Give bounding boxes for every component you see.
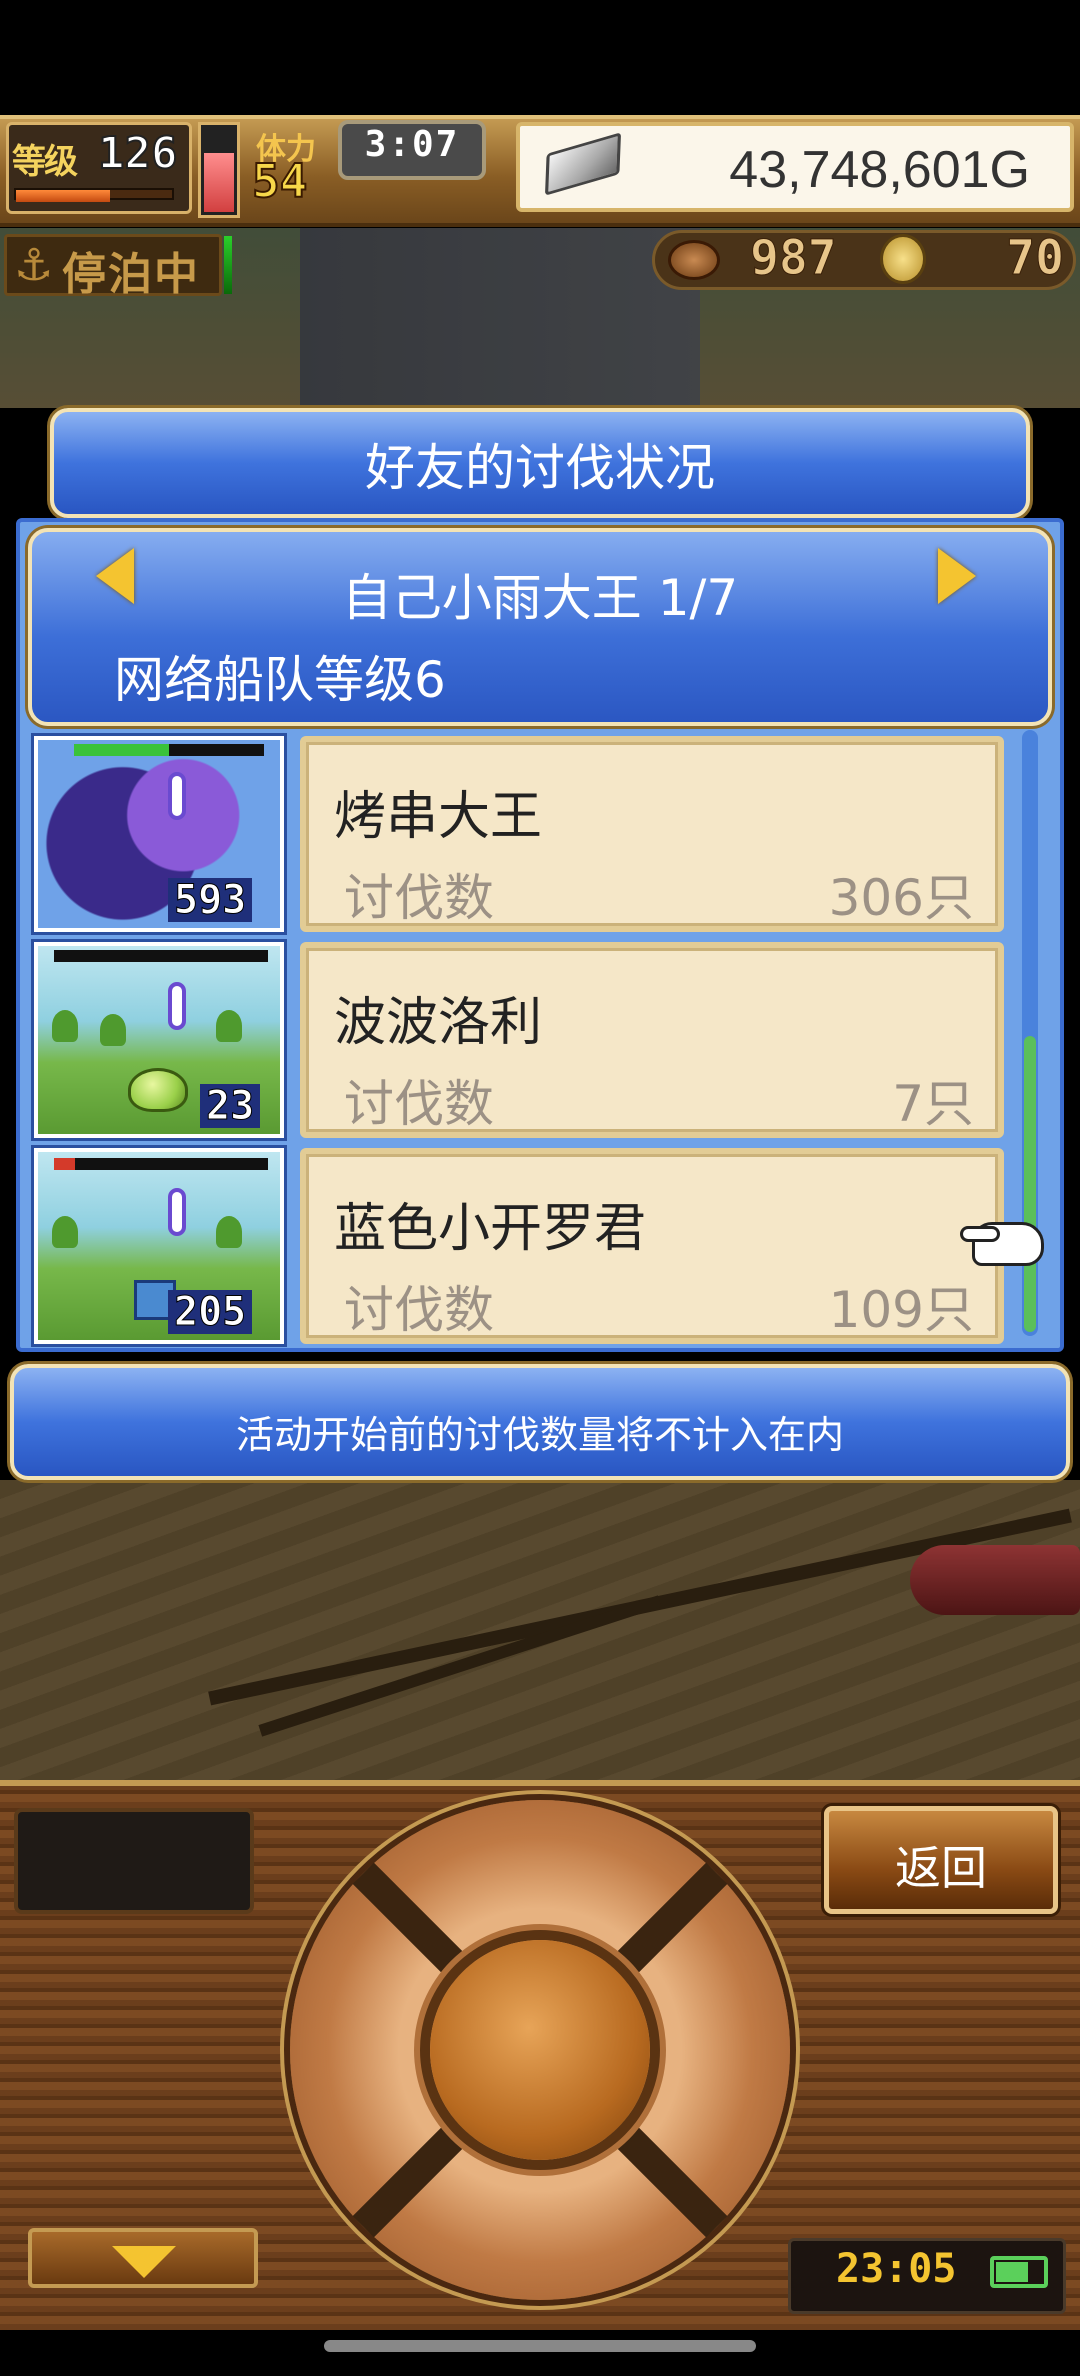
fleet-level: 网络船队等级6 [114,651,446,709]
tree-sprite [100,1014,126,1046]
friend-name: 波波洛利 [334,993,543,1053]
medal-coin-icon [880,234,926,284]
dpad-center-button[interactable] [430,1940,650,2160]
fleet-name: 自己小雨大王 1/7 [341,569,739,627]
medal-count: 70 [1006,230,1065,287]
level-label: 等级 [12,142,78,182]
tree-sprite [52,1010,78,1042]
home-indicator[interactable] [324,2340,756,2352]
monster-level-badge: 205 [168,1290,253,1335]
alert-icon [168,982,186,1030]
battery-level [996,2262,1028,2282]
defeat-count-label: 讨伐数 [344,1075,494,1133]
clock-time: 23:05 [836,2246,957,2292]
friend-name: 蓝色小开罗君 [334,1199,647,1259]
monster-level-badge: 593 [168,878,253,923]
monster-level-badge: 23 [200,1084,261,1129]
dialog-title: 好友的讨伐状况 [365,439,715,497]
slime-monster-sprite [128,1068,188,1112]
tree-sprite [52,1216,78,1248]
empty-slot [14,1808,254,1914]
docked-status: 停泊中 [62,249,200,300]
status-meter [224,236,232,294]
tree-sprite [216,1010,242,1042]
alert-icon [168,772,186,820]
alert-icon [168,1188,186,1236]
monster-hp-fill [74,744,169,756]
food-count: 987 [750,230,838,287]
friend-name: 烤串大王 [334,787,543,847]
anchor-icon: ⚓ [14,240,54,291]
level-value: 126 [97,127,178,180]
monster-hp-fill [54,1158,76,1170]
stamina-gauge-fill [204,153,234,212]
stamina-timer: 3:07 [364,124,460,165]
pointing-finger [960,1226,1000,1242]
back-button-label: 返回 [895,1841,987,1895]
scrollbar-thumb[interactable] [1024,1036,1036,1332]
defeat-count: 7只 [892,1075,974,1133]
tree-sprite [216,1216,242,1248]
monster-hp-bar [54,950,268,962]
exp-bar-fill [16,190,110,202]
chevron-down-icon [112,2246,176,2278]
notice-text: 活动开始前的讨伐数量将不计入在内 [235,1413,844,1457]
defeat-count: 306只 [828,869,974,927]
defeat-count-label: 讨伐数 [344,869,494,927]
defeat-count: 109只 [828,1281,974,1339]
food-icon [668,240,720,280]
gold-amount: 43,748,601G [729,141,1030,199]
previous-arrow-icon[interactable] [96,548,134,604]
defeat-count-label: 讨伐数 [344,1281,494,1339]
stamina-value: 54 [251,153,308,209]
monster-hp-bar [54,1158,268,1170]
